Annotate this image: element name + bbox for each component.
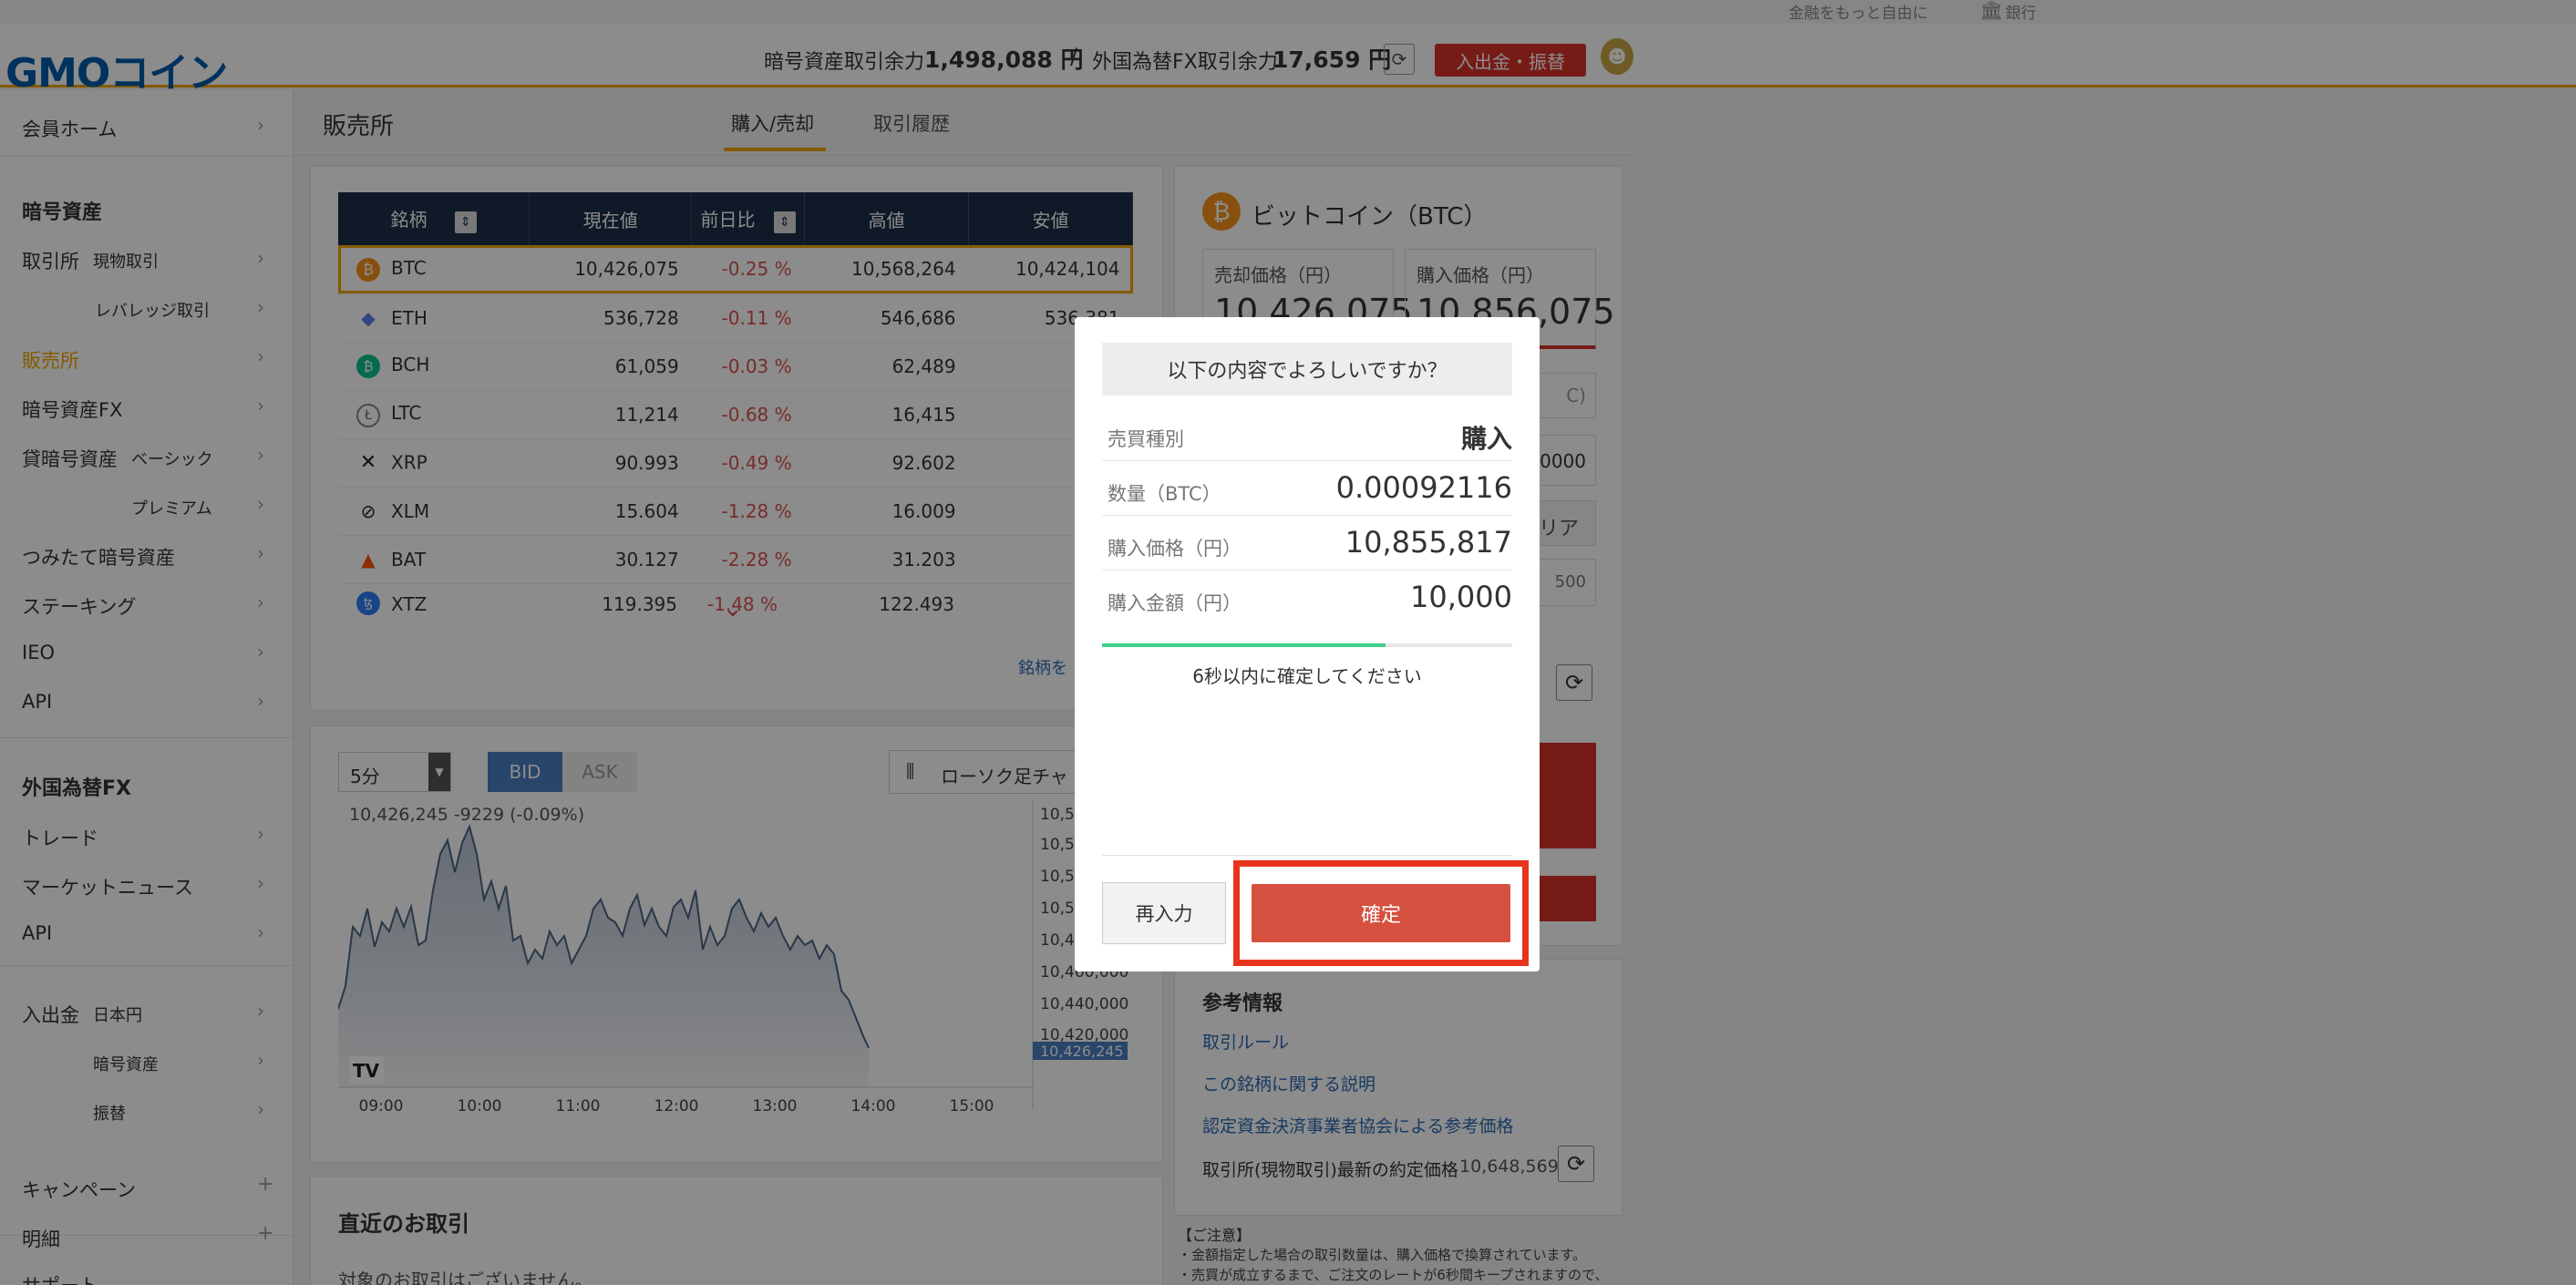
buy-amount-row: 購入金額（円） 10,000 <box>1102 571 1512 625</box>
order-type-value: 購入 <box>1460 424 1512 454</box>
order-type-row: 売買種別 購入 <box>1102 406 1512 461</box>
countdown-fill <box>1102 643 1386 647</box>
buy-amount-label: 購入金額（円） <box>1108 592 1242 614</box>
buy-price-value: 10,855,817 <box>1345 525 1512 560</box>
reenter-button[interactable]: 再入力 <box>1102 882 1226 944</box>
buy-amount-value: 10,000 <box>1410 580 1512 614</box>
quantity-row: 数量（BTC） 0.00092116 <box>1102 461 1512 516</box>
quantity-value: 0.00092116 <box>1335 470 1512 505</box>
buy-price-row: 購入価格（円） 10,855,817 <box>1102 516 1512 571</box>
divider <box>1102 855 1512 856</box>
countdown-text: 6秒以内に確定してください <box>1192 665 1422 687</box>
buy-price-label: 購入価格（円） <box>1108 538 1242 560</box>
countdown-track <box>1102 643 1512 647</box>
quantity-label: 数量（BTC） <box>1108 483 1221 505</box>
order-type-label: 売買種別 <box>1108 428 1184 450</box>
confirm-dialog: 以下の内容でよろしいですか？ 売買種別 購入 数量（BTC） 0.0009211… <box>1075 317 1540 971</box>
confirm-question: 以下の内容でよろしいですか？ <box>1102 343 1512 396</box>
confirm-button[interactable]: 確定 <box>1252 884 1510 942</box>
